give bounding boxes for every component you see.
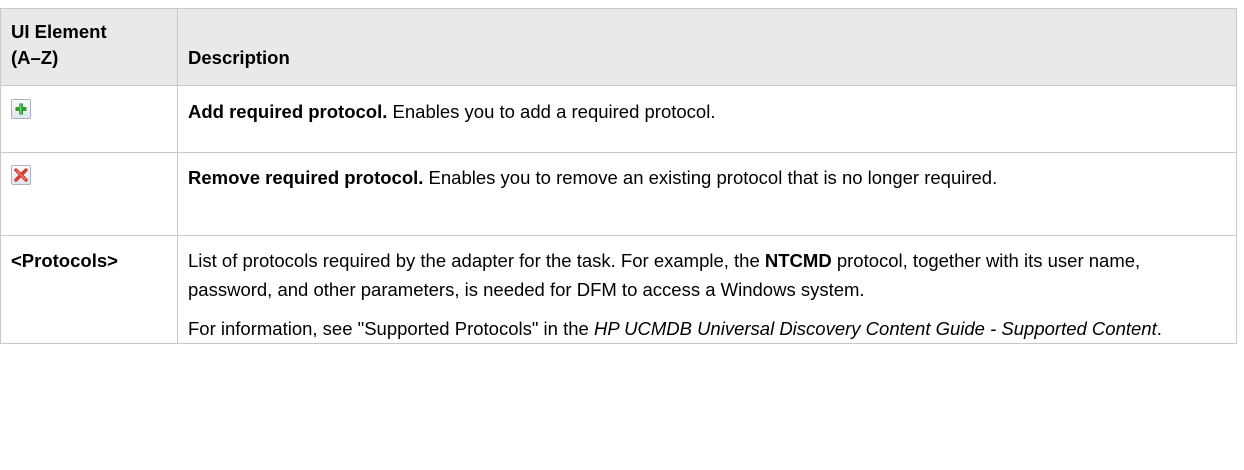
table-row: Add required protocol. Enables you to ad… [0, 85, 1237, 153]
row-text: Enables you to add a required protocol. [387, 101, 716, 122]
header-ui-element: UI Element (A–Z) [0, 8, 178, 86]
description-cell: List of protocols required by the adapte… [177, 235, 1237, 344]
ui-element-cell [0, 85, 178, 153]
header-ui-element-line2: (A–Z) [11, 47, 59, 68]
description-paragraph: List of protocols required by the adapte… [188, 246, 1226, 304]
remove-x-icon [11, 165, 31, 185]
table-header-row: UI Element (A–Z) Description [0, 8, 1237, 86]
text-span: . [1156, 318, 1162, 339]
row-title: Add required protocol. [188, 101, 388, 122]
ntcmd-term: NTCMD [764, 250, 832, 271]
table-row: <Protocols> List of protocols required b… [0, 235, 1237, 344]
description-cell: Remove required protocol. Enables you to… [177, 152, 1237, 236]
reference-paragraph: For information, see "Supported Protocol… [188, 314, 1226, 343]
text-span: For information, see "Supported Protocol… [188, 318, 594, 339]
guide-title: HP UCMDB Universal Discovery Content Gui… [593, 318, 1157, 339]
header-description: Description [177, 8, 1237, 86]
header-ui-element-line1: UI Element [11, 21, 107, 42]
protocols-element: <Protocols> [11, 250, 118, 271]
row-title: Remove required protocol. [188, 167, 424, 188]
add-plus-icon [11, 99, 31, 119]
table-row: Remove required protocol. Enables you to… [0, 152, 1237, 236]
description-cell: Add required protocol. Enables you to ad… [177, 85, 1237, 153]
text-span: List of protocols required by the adapte… [188, 250, 765, 271]
ui-element-cell [0, 152, 178, 236]
ui-element-cell: <Protocols> [0, 235, 178, 344]
row-text: Enables you to remove an existing protoc… [423, 167, 998, 188]
ui-elements-table: UI Element (A–Z) Description Add required… [0, 8, 1237, 344]
